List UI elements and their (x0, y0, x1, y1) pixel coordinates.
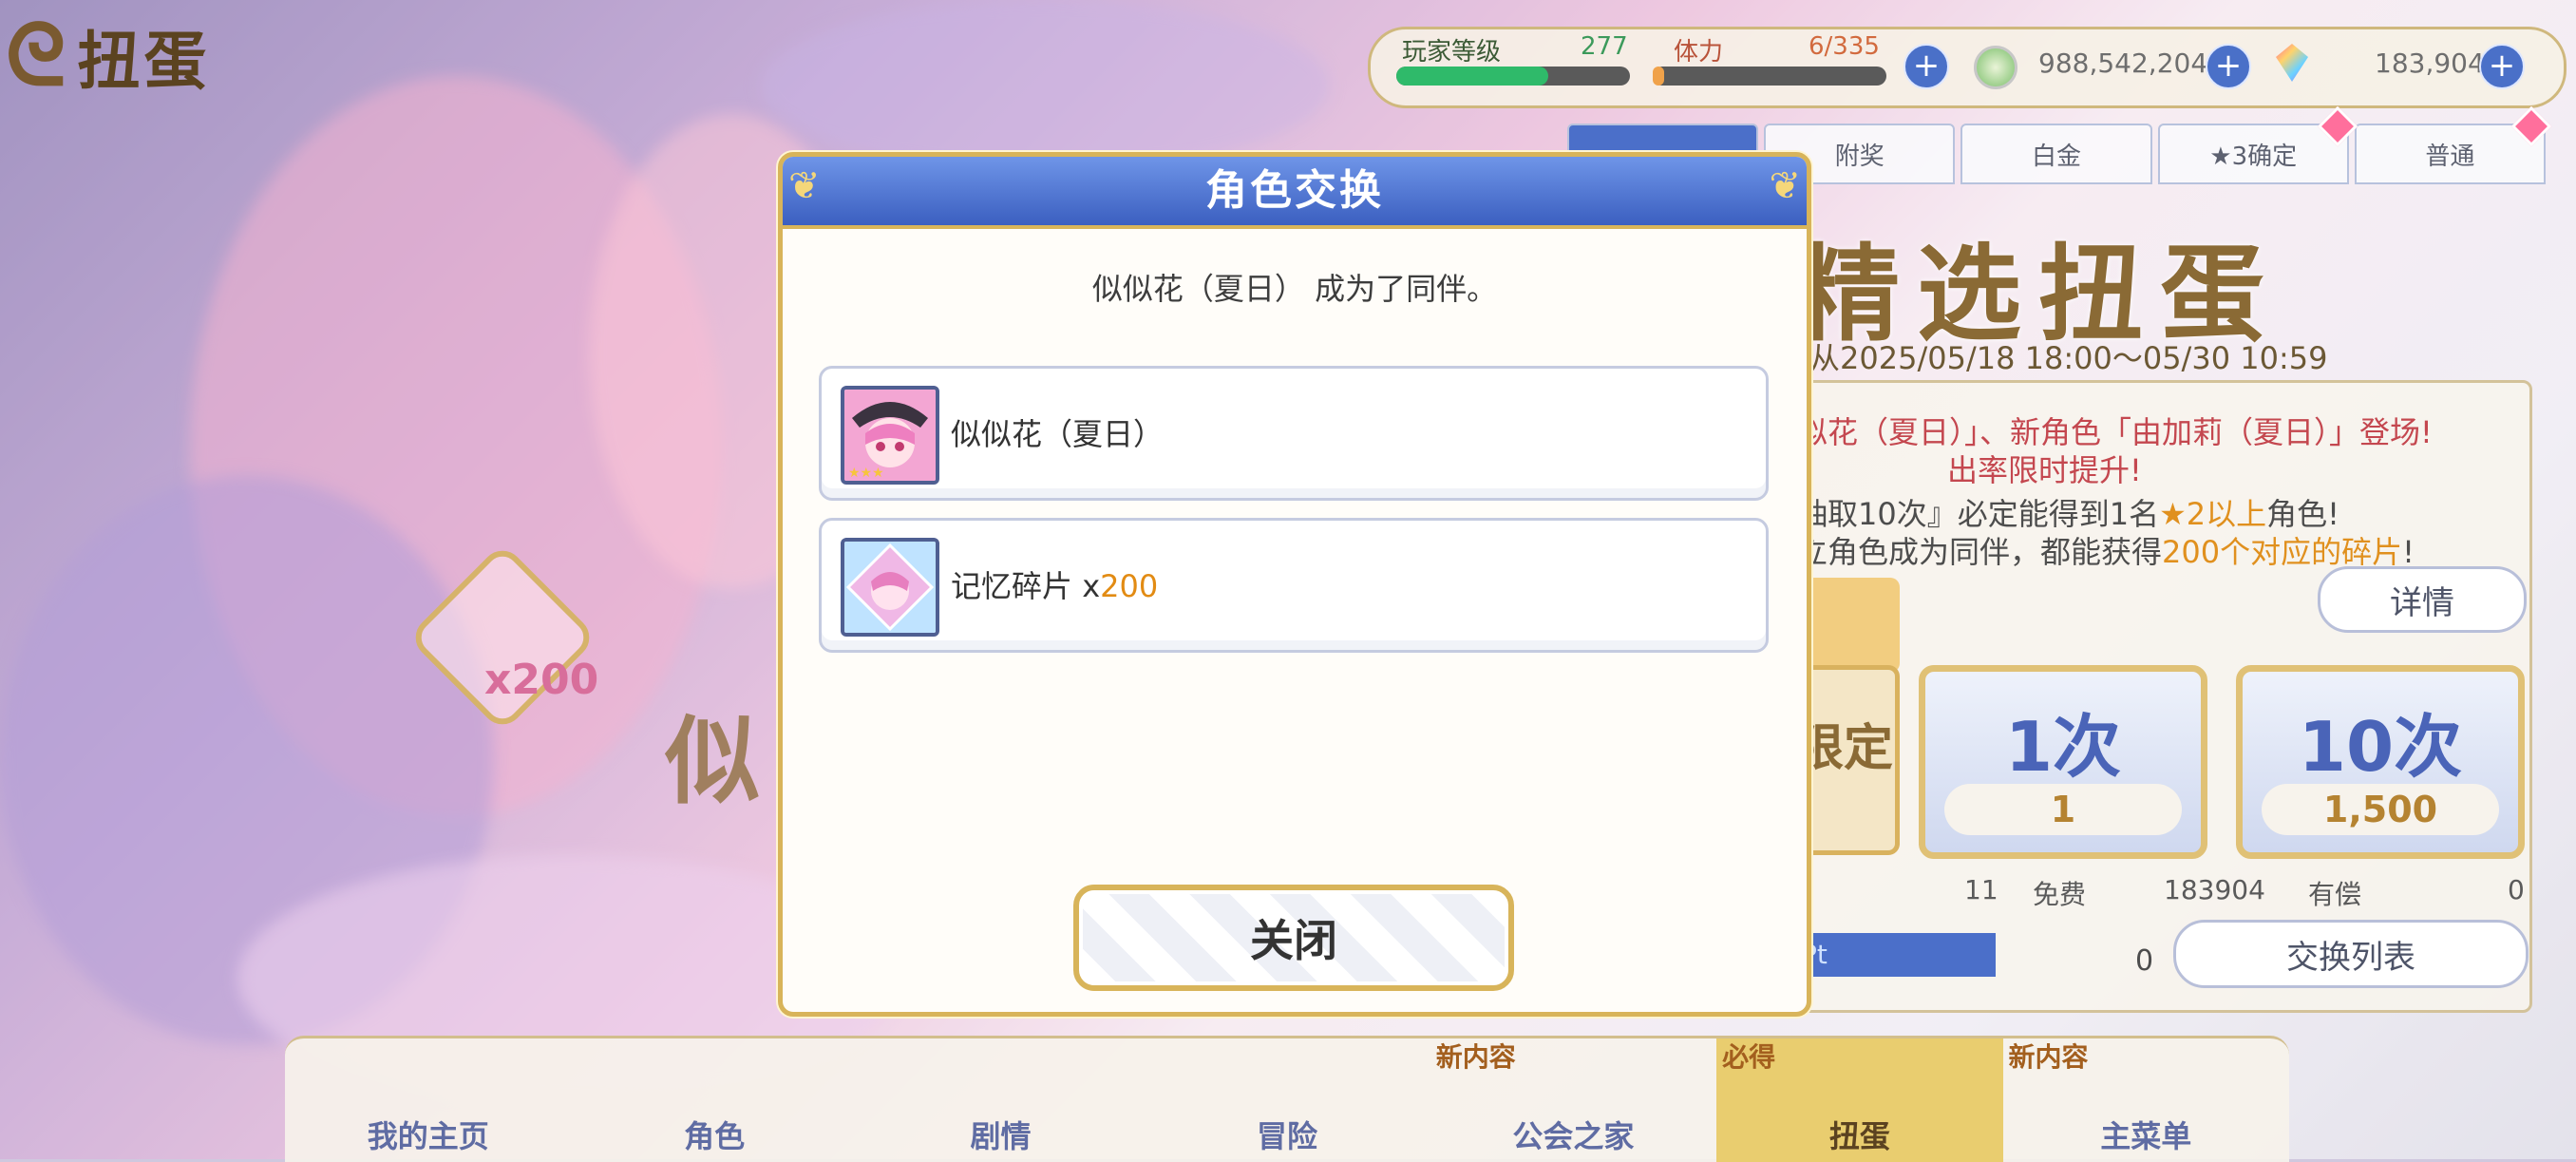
close-button[interactable]: 关闭 (1073, 885, 1514, 991)
banner-desc-line4-a: 立角色成为同伴，都能获得 (1797, 534, 2163, 570)
single-draw-cost: 1 (1944, 784, 2182, 835)
nav-home-label: 我的主页 (367, 1118, 489, 1154)
shard-badge-count: x200 (484, 656, 599, 704)
nav-story-label: 剧情 (970, 1118, 1032, 1154)
featured-character-name: 似 (665, 706, 760, 817)
reward-item-label: 记忆碎片 x200 (951, 562, 1158, 606)
single-draw-button[interactable]: 1次 1 (1919, 665, 2207, 859)
character-portrait-icon: ★★★ (841, 386, 939, 485)
reward-item-name: 记忆碎片 (951, 568, 1083, 604)
character-exchange-dialog: ❦ ❦ 角色交换 似似花（夏日） 成为了同伴。 ★★★ 似似花（夏日） 记忆碎片… (778, 152, 1811, 1017)
reward-item-character: ★★★ 似似花（夏日） (819, 366, 1769, 501)
nav-story[interactable]: 剧情 (858, 1038, 1144, 1162)
nav-main-menu-new-tag: 新内容 (2008, 1041, 2089, 1073)
reward-item-qty: 200 (1100, 568, 1159, 604)
pt-bar: Pt (1786, 933, 1996, 977)
page-title-text: 扭蛋 (77, 25, 211, 98)
nav-character[interactable]: 角色 (571, 1038, 857, 1162)
bottom-nav: 我的主页 角色 剧情 冒险 新内容 公会之家 必得 扭蛋 新内容 主菜单 (285, 1036, 2289, 1162)
mana-amount: 988,542,204 (2038, 48, 2208, 79)
single-draw-label: 1次 (2004, 707, 2122, 787)
reward-item-qty-prefix: x (1082, 568, 1101, 604)
pt-value: 0 (2135, 944, 2154, 978)
paid-jewel-label: 有偿 (2308, 879, 2362, 910)
banner-desc-line4: 立角色成为同伴，都能获得200个对应的碎片! (1797, 528, 2415, 572)
ten-draw-cost: 1,500 (2262, 784, 2499, 835)
add-jewel-button[interactable]: + (2479, 44, 2525, 89)
ten-draw-button[interactable]: 10次 1,500 (2236, 665, 2525, 859)
banner-period: 从2025/05/18 18:00～05/30 10:59 (1809, 340, 2328, 376)
page-title: ᘓ 扭蛋 (6, 4, 210, 108)
tab-platinum[interactable]: 白金 (1960, 124, 2152, 184)
jewel-amount: 183,904 (2375, 48, 2485, 79)
memory-shard-icon (841, 538, 939, 637)
stamina-label: 体力 (1674, 38, 1724, 67)
paid-jewel-count: 0 (2508, 874, 2525, 905)
nav-guild-house-label: 公会之家 (1512, 1118, 1635, 1154)
banner-desc-line3-a: 抽取10次』必定能得到1名 (1797, 496, 2160, 532)
banner-desc-line2: 出率限时提升! (1947, 452, 2142, 488)
ten-draw-label: 10次 (2298, 707, 2463, 787)
nav-guild-house[interactable]: 新内容 公会之家 (1430, 1038, 1716, 1162)
detail-button[interactable]: 详情 (2318, 566, 2527, 633)
reward-item-shard: 记忆碎片 x200 (819, 518, 1769, 653)
nav-adventure-label: 冒险 (1256, 1118, 1317, 1154)
nav-home[interactable]: 我的主页 (285, 1038, 571, 1162)
stamina-bar (1653, 67, 1886, 86)
banner-desc-line4-c: ! (2402, 534, 2415, 570)
player-level-bar (1396, 67, 1630, 86)
reward-item-label: 似似花（夏日） (951, 410, 1164, 454)
swirl-ornament-icon: ᘓ (6, 6, 70, 105)
nav-gacha-tag: 必得 (1722, 1041, 1776, 1073)
banner-desc-line3-c: 角色! (2266, 496, 2339, 532)
player-level-value: 277 (1581, 32, 1628, 61)
nav-main-menu-label: 主菜单 (2100, 1118, 2192, 1154)
jewel-count: 183904 (2164, 874, 2265, 905)
tab-star3-guaranteed[interactable]: ★3确定 (2157, 124, 2349, 184)
player-level-fill (1396, 67, 1548, 86)
add-mana-button[interactable]: + (2206, 44, 2251, 89)
nav-gacha[interactable]: 必得 扭蛋 (1716, 1038, 2003, 1162)
reward-item-name: 似似花（夏日） (951, 416, 1165, 452)
mana-coin-icon (1974, 46, 2017, 89)
svg-text:★★★: ★★★ (848, 466, 884, 481)
nav-main-menu[interactable]: 新内容 主菜单 (2003, 1038, 2289, 1162)
stamina-fill (1653, 67, 1665, 86)
banner-desc-line3-b: ★2以上 (2159, 496, 2267, 532)
dialog-title: 角色交换 (1205, 166, 1384, 215)
ticket-count: 11 (1964, 874, 1998, 905)
player-level-label: 玩家等级 (1402, 38, 1502, 67)
banner-desc-line4-b: 200个对应的碎片 (2162, 534, 2403, 570)
nav-character-label: 角色 (684, 1118, 746, 1154)
nav-adventure[interactable]: 冒险 (1144, 1038, 1430, 1162)
nav-gacha-label: 扭蛋 (1828, 1118, 1890, 1154)
dialog-message: 似似花（夏日） 成为了同伴。 (1091, 271, 1498, 307)
nav-guild-house-new-tag: 新内容 (1435, 1041, 1516, 1073)
exchange-list-button[interactable]: 交换列表 (2173, 920, 2529, 988)
free-jewel-label: 免费 (2033, 879, 2087, 910)
add-stamina-button[interactable]: + (1904, 44, 1949, 89)
stamina-value: 6/335 (1809, 32, 1880, 61)
